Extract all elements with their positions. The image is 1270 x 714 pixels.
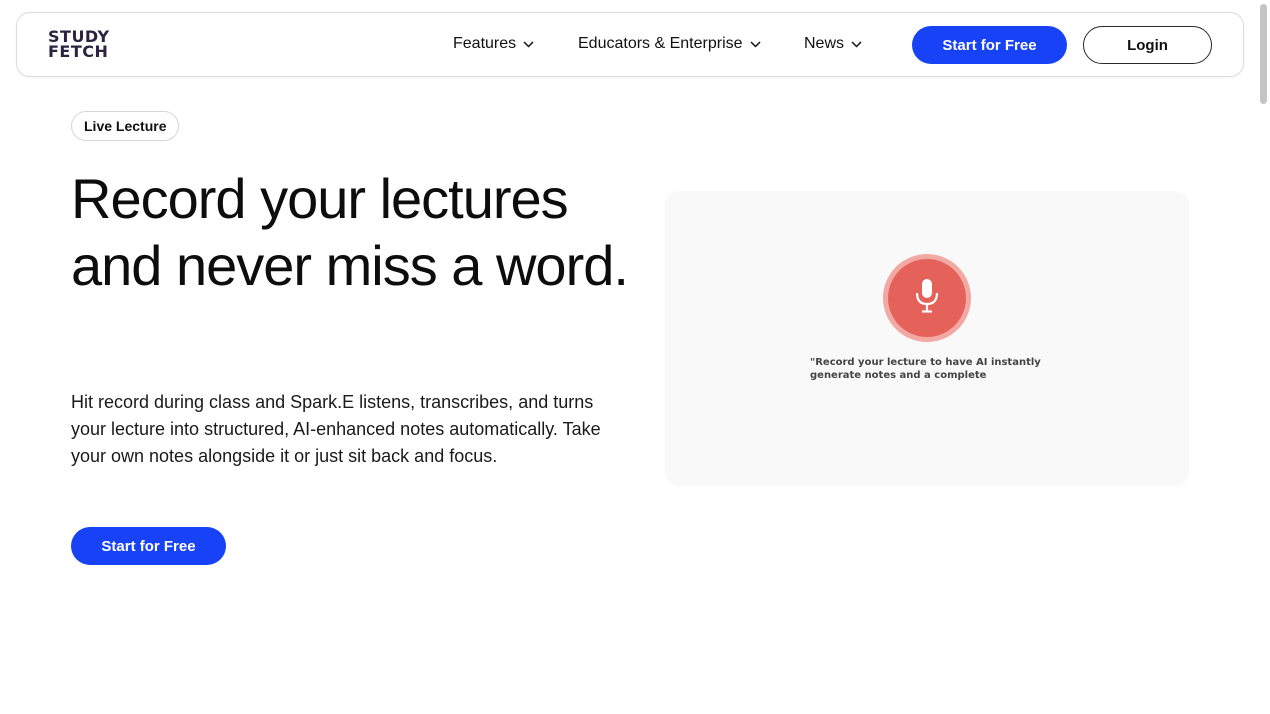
lecture-demo-card: "Record your lecture to have AI instantl… (665, 191, 1189, 486)
hero-headline: Record your lectures and never miss a wo… (71, 167, 629, 297)
record-button-inner (888, 259, 966, 337)
microphone-icon (914, 278, 940, 319)
nav-news-label: News (804, 35, 845, 52)
nav-educators-label: Educators & Enterprise (578, 35, 743, 52)
top-navbar: STUDY FETCH Features Educators & Enterpr… (16, 12, 1244, 77)
chevron-down-icon (851, 40, 862, 48)
live-lecture-badge: Live Lecture (71, 111, 180, 141)
nav-features[interactable]: Features (453, 35, 534, 53)
chevron-down-icon (523, 40, 534, 48)
page: STUDY FETCH Features Educators & Enterpr… (0, 0, 1270, 714)
hero-description: Hit record during class and Spark.E list… (71, 392, 601, 466)
record-button[interactable] (883, 254, 971, 342)
nav-start-for-free-button[interactable]: Start for Free (912, 26, 1067, 64)
chevron-down-icon (750, 40, 761, 48)
login-button[interactable]: Login (1083, 26, 1212, 64)
nav-news[interactable]: News (804, 35, 862, 53)
nav-educators-enterprise[interactable]: Educators & Enterprise (578, 35, 761, 53)
studyfetch-logo[interactable]: STUDY FETCH (48, 29, 110, 61)
demo-caption: "Record your lecture to have AI instantl… (810, 357, 1041, 381)
page-scrollbar[interactable] (1260, 4, 1267, 104)
nav-features-label: Features (453, 35, 517, 52)
logo-line-2: FETCH (48, 42, 109, 61)
hero-start-for-free-button[interactable]: Start for Free (71, 527, 226, 565)
